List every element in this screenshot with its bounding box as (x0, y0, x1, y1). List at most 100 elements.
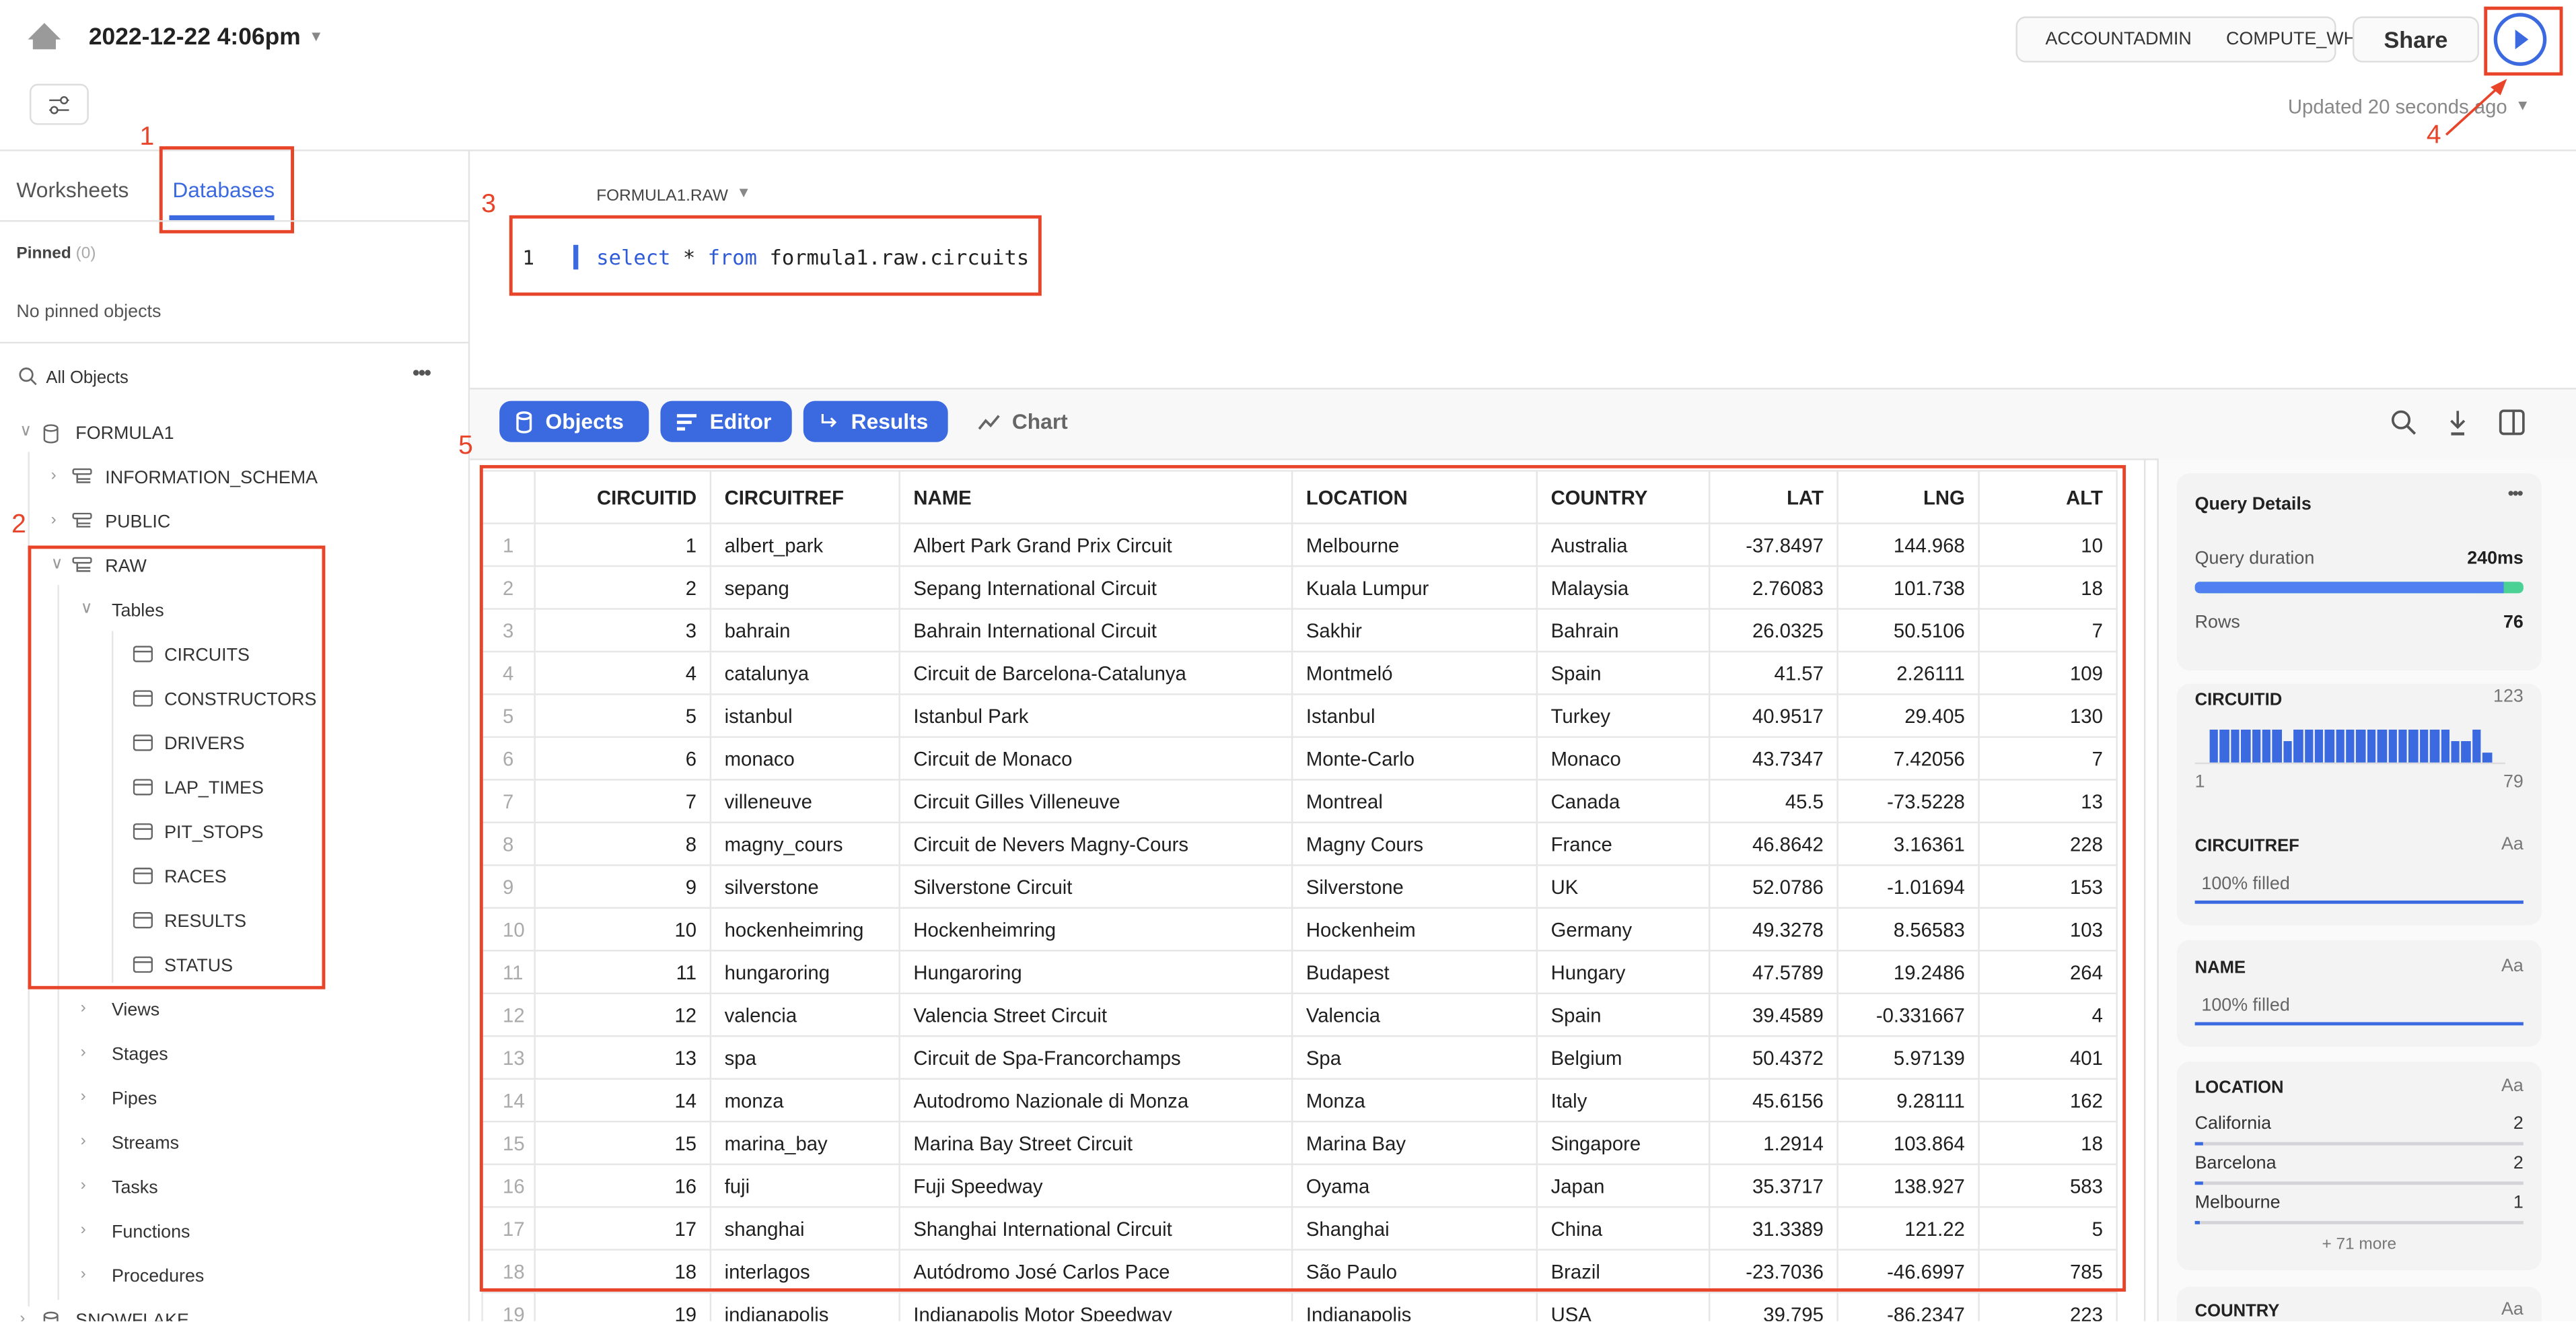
fill-percentage: 100% filled (2201, 874, 2290, 895)
cell-location[interactable]: Indianapolis (1291, 1291, 1538, 1321)
cell-lat[interactable]: 39.795 (1708, 1291, 1838, 1321)
pinned-count: (0) (75, 244, 96, 263)
search-icon[interactable] (18, 366, 38, 386)
chevron-right-icon[interactable]: › (51, 511, 57, 529)
tree-item-functions[interactable]: › Functions (0, 1216, 466, 1249)
value-bar (2194, 1220, 2524, 1224)
cell-lng[interactable]: -86.2347 (1836, 1291, 1980, 1321)
cell-circuitref[interactable]: indianapolis (709, 1291, 900, 1321)
histogram-bar (2304, 729, 2314, 763)
schema-icon (72, 512, 92, 534)
value-count: 2 (2513, 1153, 2524, 1174)
cell-alt[interactable]: 223 (1978, 1291, 2118, 1321)
chevron-right-icon[interactable]: › (81, 1043, 86, 1062)
column-card-country[interactable]: COUNTRY Aa (2176, 1286, 2542, 1321)
tree-item-label: Procedures (112, 1267, 205, 1287)
cell-country[interactable]: USA (1536, 1291, 1711, 1321)
chevron-right-icon[interactable]: › (81, 1177, 86, 1195)
home-icon[interactable] (26, 22, 63, 51)
objects-label: Objects (545, 409, 624, 434)
scrollbar-track[interactable] (2143, 458, 2146, 1321)
objects-toggle-button[interactable]: Objects (499, 401, 649, 442)
database-icon (42, 1311, 59, 1321)
header-divider (0, 149, 2576, 151)
column-type: 123 (2493, 687, 2524, 707)
chart-toggle-button[interactable]: Chart (978, 409, 1068, 434)
histogram-bar (2357, 729, 2366, 763)
value-bar (2194, 1181, 2524, 1185)
duration-bar-fill (2194, 582, 2504, 594)
search-icon[interactable] (2390, 409, 2417, 436)
column-card-location[interactable]: LOCATION Aa California 2 Barcelona 2 Melbour… (2176, 1062, 2542, 1271)
warehouse-label: COMPUTE_WH (2226, 29, 2357, 50)
annotation-label-4: 4 (2426, 121, 2441, 150)
caret-down-icon: ▼ (736, 184, 751, 201)
chevron-right-icon[interactable]: › (81, 1088, 86, 1106)
tree-item-information-schema[interactable]: › INFORMATION_SCHEMA (0, 462, 466, 495)
worksheet-title[interactable]: 2022-12-22 4:06pm ▼ (89, 25, 324, 51)
chevron-right-icon[interactable]: › (81, 1132, 86, 1150)
column-type: Aa (2501, 1076, 2524, 1097)
chevron-down-icon[interactable]: ∨ (20, 422, 32, 440)
cell-circuitid[interactable]: 19 (534, 1291, 712, 1321)
duration-label: Query duration (2194, 549, 2315, 569)
role-warehouse-selector[interactable]: ACCOUNTADMIN COMPUTE_WH (2015, 16, 2357, 63)
more-options-icon[interactable]: ••• (413, 360, 431, 385)
tree-item-pipes[interactable]: › Pipes (0, 1083, 466, 1116)
column-name: NAME (2194, 958, 2246, 978)
histogram-bar (2419, 729, 2429, 763)
database-icon (42, 424, 59, 449)
tree-item-label: Views (112, 1000, 160, 1021)
table-row[interactable]: 19 19 indianapolis Indianapolis Motor Speed… (481, 1291, 2118, 1321)
filter-settings-button[interactable] (29, 83, 89, 125)
tree-item-tasks[interactable]: › Tasks (0, 1172, 466, 1205)
divider (0, 341, 468, 344)
column-card-circuitref[interactable]: CIRCUITREF Aa 100% filled (2176, 818, 2542, 926)
query-details-card: Query Details ••• Query duration 240ms R… (2176, 473, 2542, 671)
tree-item-procedures[interactable]: › Procedures (0, 1261, 466, 1294)
value-label: Melbourne (2194, 1193, 2281, 1213)
chevron-right-icon[interactable]: › (81, 999, 86, 1017)
histogram-bar (2230, 729, 2240, 763)
tree-item-stages[interactable]: › Stages (0, 1039, 466, 1072)
more-options-icon[interactable]: ••• (2508, 485, 2524, 504)
annotation-box-2 (28, 545, 326, 989)
histogram-bar (2220, 729, 2229, 763)
share-button[interactable]: Share (2352, 16, 2479, 63)
editor-toggle-button[interactable]: Editor (660, 401, 792, 442)
tree-item-formula1[interactable]: ∨ FORMULA1 (0, 417, 466, 450)
histogram-bar (2241, 729, 2250, 763)
histogram-bar (2377, 729, 2387, 763)
context-selector[interactable]: FORMULA1.RAW ▼ (596, 184, 751, 205)
chevron-right-icon[interactable]: › (51, 466, 57, 485)
column-name: LOCATION (2194, 1078, 2284, 1098)
tab-worksheets[interactable]: Worksheets (16, 178, 129, 203)
histogram-bar (2283, 741, 2292, 763)
tree-item-views[interactable]: › Views (0, 994, 466, 1027)
all-objects-filter[interactable]: All Objects (46, 368, 129, 388)
tree-item-snowflake[interactable]: › SNOWFLAKE (0, 1304, 466, 1321)
results-toggle-button[interactable]: Results (803, 401, 948, 442)
histogram-bar (2440, 729, 2449, 763)
histogram-bar (2293, 729, 2303, 763)
tree-item-public[interactable]: › PUBLIC (0, 506, 466, 539)
histogram-bar (2388, 729, 2397, 763)
tree-item-streams[interactable]: › Streams (0, 1127, 466, 1160)
sliders-icon (49, 95, 69, 114)
histogram-bar (2430, 729, 2439, 763)
chevron-right-icon[interactable]: › (81, 1265, 86, 1284)
value-bar (2194, 1142, 2524, 1146)
annotation-arrow (2445, 79, 2507, 136)
return-arrow-icon (821, 413, 837, 427)
cell-name[interactable]: Indianapolis Motor Speedway (898, 1291, 1293, 1321)
chevron-right-icon[interactable]: › (20, 1310, 25, 1321)
download-icon[interactable] (2446, 409, 2469, 436)
tree-item-label: INFORMATION_SCHEMA (105, 468, 318, 489)
split-panel-icon[interactable] (2499, 409, 2525, 436)
column-card-name[interactable]: NAME Aa 100% filled (2176, 940, 2542, 1047)
chevron-right-icon[interactable]: › (81, 1221, 86, 1239)
more-values-link[interactable]: + 71 more (2177, 1236, 2542, 1254)
tree-item-label: Tasks (112, 1178, 158, 1198)
histogram-bar (2335, 729, 2345, 763)
annotation-box-4 (2484, 6, 2563, 76)
